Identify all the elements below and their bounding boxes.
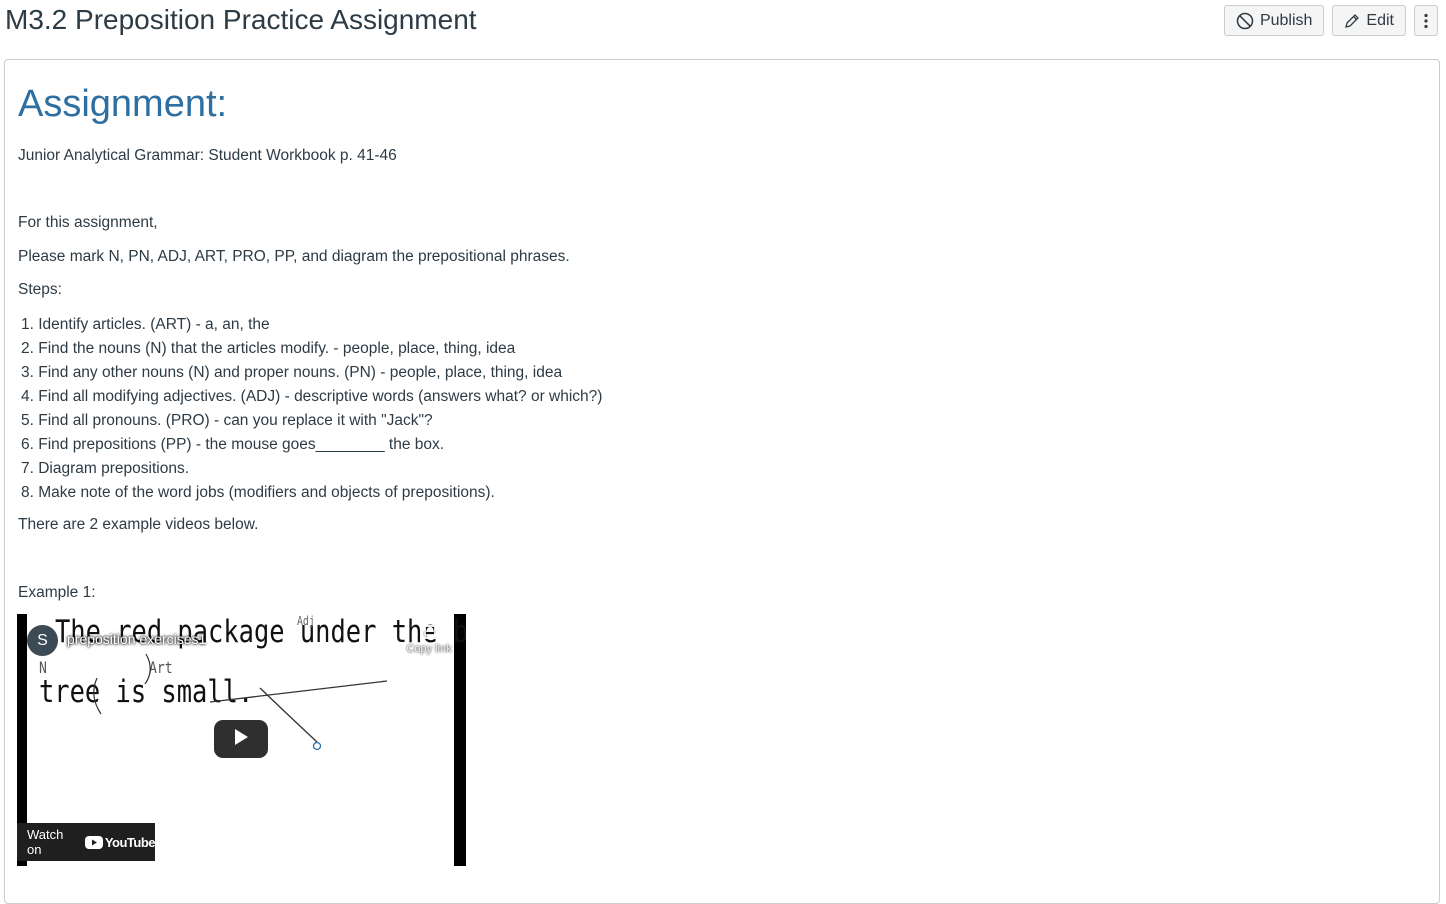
step-item: 5. Find all pronouns. (PRO) - can you re… xyxy=(21,412,433,429)
pencil-icon xyxy=(1344,13,1360,29)
publish-label: Publish xyxy=(1259,11,1313,29)
step-item: 2. Find the nouns (N) that the articles … xyxy=(21,340,516,357)
toolbar: Publish Edit xyxy=(1223,5,1438,36)
watch-on-youtube-button[interactable]: Watch on YouTube xyxy=(17,823,156,861)
workbook-reference: Junior Analytical Grammar: Student Workb… xyxy=(18,147,397,164)
videos-note: There are 2 example videos below. xyxy=(18,516,259,533)
more-options-button[interactable] xyxy=(1414,5,1438,36)
unpublished-icon xyxy=(1236,12,1254,30)
step-item: 1. Identify articles. (ART) - a, an, the xyxy=(21,316,270,333)
step-item: 3. Find any other nouns (N) and proper n… xyxy=(21,364,563,381)
kebab-menu-icon xyxy=(1424,13,1428,29)
step-item: 4. Find all modifying adjectives. (ADJ) … xyxy=(21,388,603,405)
step-item: 6. Find prepositions (PP) - the mouse go… xyxy=(21,436,445,453)
copy-link-button[interactable]: Copy link xyxy=(404,620,454,655)
watch-on-label: Watch on xyxy=(27,827,64,857)
video-title[interactable]: preposition exercises1 xyxy=(67,631,206,647)
step-item: 7. Diagram prepositions. xyxy=(21,460,189,477)
edit-button[interactable]: Edit xyxy=(1332,5,1406,36)
youtube-video-embed[interactable]: The red package under the beautiful tree… xyxy=(17,614,466,866)
steps-label: Steps: xyxy=(18,281,62,298)
youtube-wordmark: YouTube xyxy=(104,834,156,850)
assignment-heading: Assignment: xyxy=(18,83,228,125)
edit-label: Edit xyxy=(1366,11,1394,29)
step-item: 8. Make note of the word jobs (modifiers… xyxy=(21,484,495,501)
copy-icon xyxy=(404,620,454,643)
page-title: M3.2 Preposition Practice Assignment xyxy=(5,4,477,35)
play-icon xyxy=(233,728,249,751)
intro-text: For this assignment, xyxy=(18,214,158,231)
example-label: Example 1: xyxy=(18,584,96,601)
copy-link-label: Copy link xyxy=(406,643,452,655)
assignment-content: Assignment: Junior Analytical Grammar: S… xyxy=(4,59,1440,904)
youtube-logo: YouTube xyxy=(84,834,156,850)
youtube-play-icon xyxy=(84,835,103,849)
play-button[interactable] xyxy=(214,720,268,758)
instruction-text: Please mark N, PN, ADJ, ART, PRO, PP, an… xyxy=(18,248,570,265)
steps-list: 1. Identify articles. (ART) - a, an, the… xyxy=(21,313,602,505)
channel-avatar[interactable]: S xyxy=(27,625,58,656)
publish-button[interactable]: Publish xyxy=(1223,5,1325,36)
